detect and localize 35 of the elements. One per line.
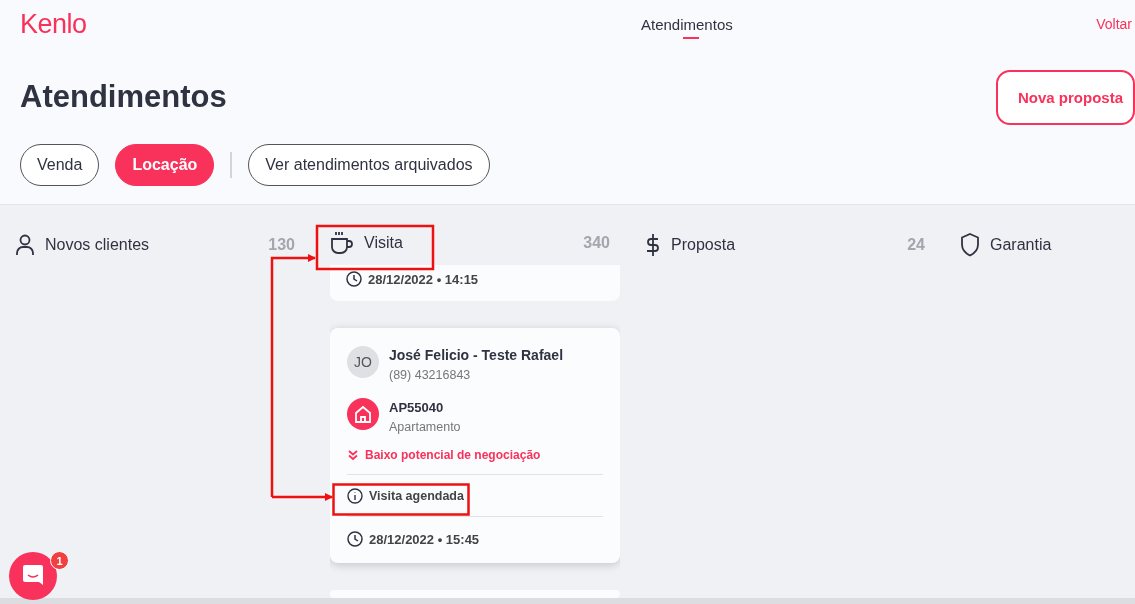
info-icon [347,488,363,505]
back-link[interactable]: Voltar [1096,16,1132,32]
dollar-icon [645,232,661,257]
filter-button[interactable]: Venda [20,144,100,186]
archived-button[interactable]: Ver atendimentos arquivados [248,144,490,186]
clock-icon [347,531,363,548]
visit-status: Visita agendada [369,489,464,504]
card-datetime: 28/12/2022 • 14:15 [368,271,479,287]
chat-icon [22,564,44,588]
column-title: Novos clientes [45,235,151,254]
clock-icon [346,271,362,288]
column-title: Proposta [671,235,737,254]
shield-icon [960,232,980,257]
lead-card[interactable]: 28/12/2022 • 14:15 [330,265,620,302]
page-title: Atendimentos [20,79,227,115]
double-chevron-down-icon [347,449,359,462]
new-proposal-button[interactable]: Nova proposta [996,69,1135,125]
property-type: Apartamento [389,420,461,435]
column-count: 340 [583,234,610,253]
card-datetime: 28/12/2022 • 15:45 [369,531,480,547]
property-code: AP55040 [389,400,445,416]
column-count: 130 [268,235,295,254]
column-title: Garantia [990,235,1053,254]
client-phone: (89) 43216843 [389,368,472,383]
column-title: Visita [364,234,404,253]
person-icon [15,233,35,256]
filter-button[interactable]: Locação [115,144,215,186]
client-name: José Felicio - Teste Rafael [389,347,564,364]
logo: Kenlo [20,8,88,40]
cup-icon [330,231,354,256]
column-count: 24 [907,235,925,254]
lead-card[interactable]: JO José Felicio - Teste Rafael (89) 43216843 AP55040 Apartamento Baixo potencial de negociação Visita agendada 28/12/2022 • 15:45 [330,328,620,564]
avatar: JO [347,346,379,379]
nav-tab[interactable]: Atendimentos [641,11,733,37]
potential-label: Baixo potencial de negociação [365,448,541,463]
